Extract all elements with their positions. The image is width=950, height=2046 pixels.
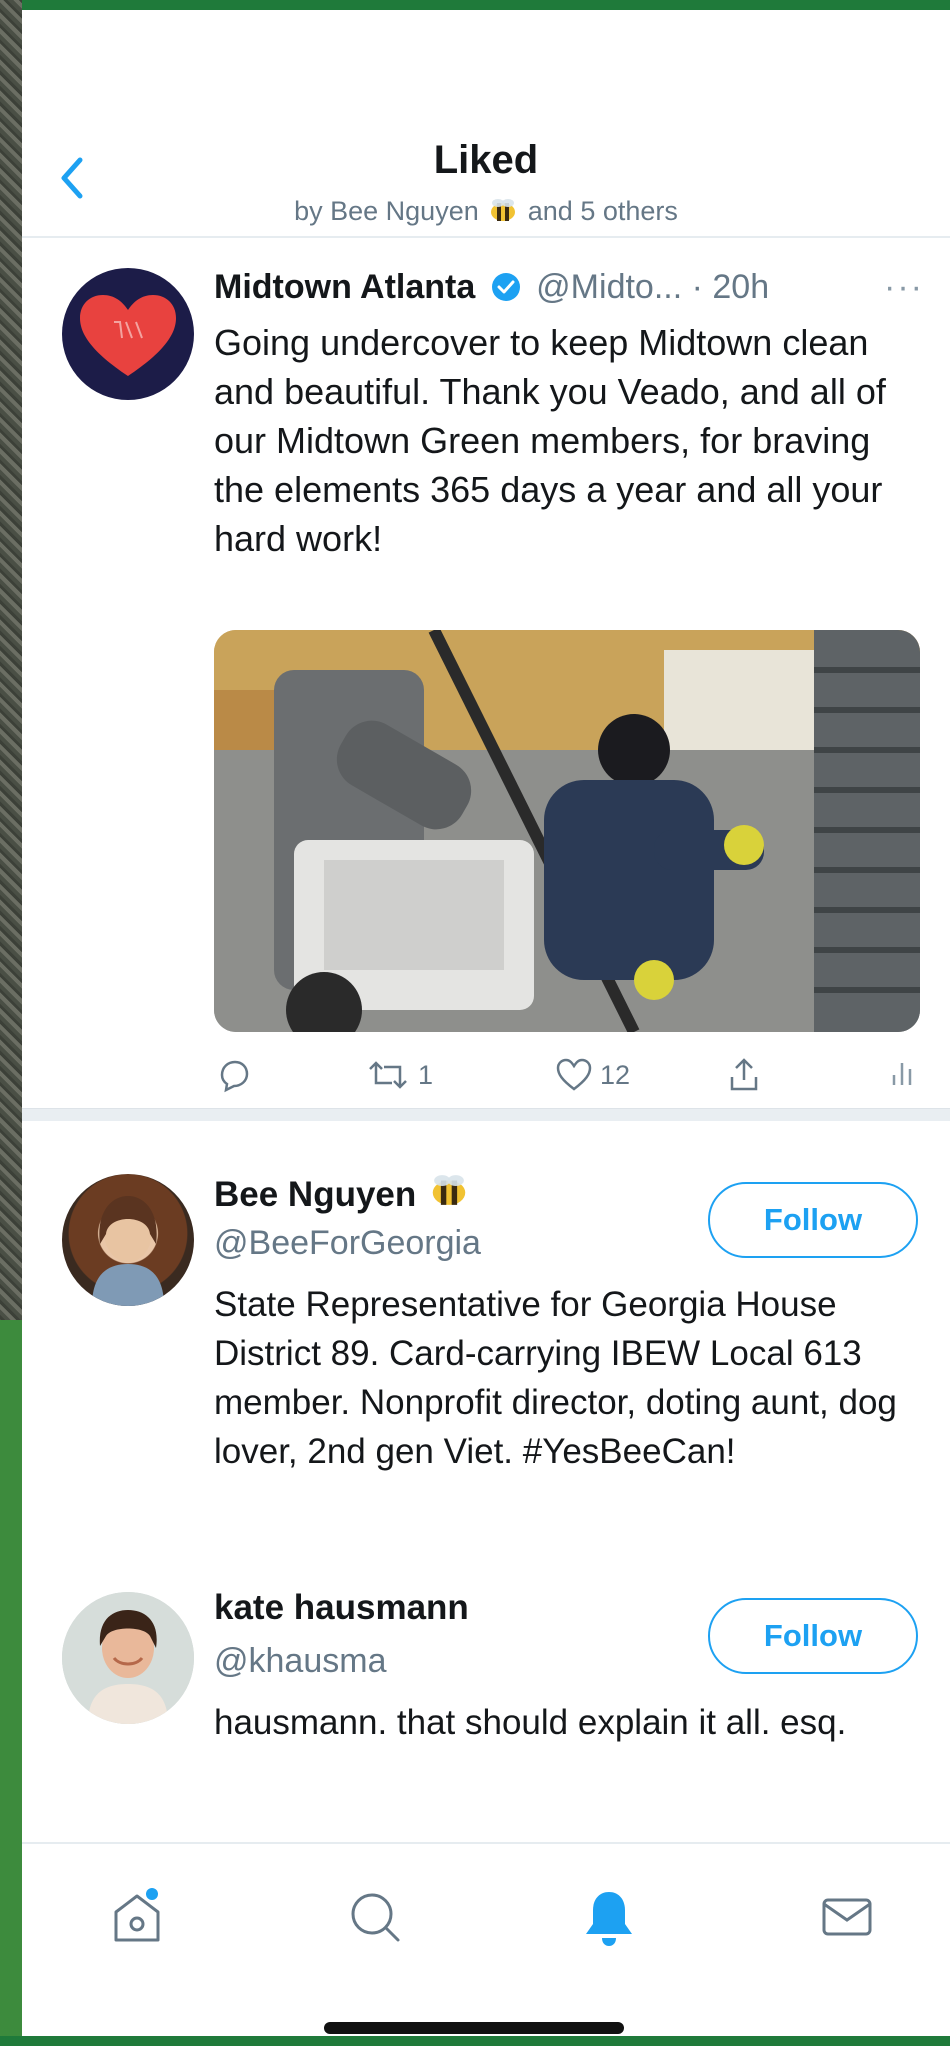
user-display-name: kate hausmann bbox=[214, 1588, 469, 1627]
tweet-photo[interactable] bbox=[214, 630, 920, 1032]
follow-button[interactable]: Follow bbox=[708, 1182, 918, 1258]
tweet-timestamp: · 20h bbox=[691, 268, 770, 306]
section-divider bbox=[22, 1108, 950, 1121]
user-bio: State Representative for Georgia House D… bbox=[214, 1285, 897, 1471]
reply-button[interactable] bbox=[214, 1050, 254, 1100]
user-bio: hausmann. that should explain it all. es… bbox=[214, 1703, 847, 1742]
heart-outline-icon bbox=[556, 1058, 592, 1091]
outer-frame-top bbox=[0, 0, 950, 10]
tab-messages[interactable] bbox=[812, 1882, 882, 1952]
tab-home[interactable] bbox=[102, 1882, 172, 1952]
page-subtitle: by Bee Nguyen and 5 others bbox=[22, 196, 950, 227]
tab-notifications[interactable] bbox=[574, 1882, 644, 1952]
analytics-button[interactable] bbox=[884, 1050, 924, 1100]
subtitle-suffix: and 5 others bbox=[527, 196, 678, 226]
bee-nguyen-photo bbox=[92, 1196, 164, 1306]
home-icon bbox=[114, 1888, 160, 1942]
bee-emoji-icon bbox=[491, 199, 516, 221]
analytics-bars-icon bbox=[892, 1063, 912, 1085]
like-button[interactable]: 12 bbox=[554, 1050, 630, 1100]
photo-street-sweeper-image bbox=[214, 630, 920, 1032]
tweet-author-name[interactable]: Midtown Atlanta bbox=[214, 268, 475, 306]
search-icon bbox=[351, 1893, 400, 1942]
user-row-bee-nguyen[interactable]: Bee Nguyen @BeeForGeorgia State Represen… bbox=[22, 1122, 950, 1542]
retweet-count: 1 bbox=[418, 1059, 434, 1090]
like-count: 12 bbox=[600, 1059, 631, 1090]
user-display-name: Bee Nguyen bbox=[214, 1170, 472, 1215]
avatar[interactable] bbox=[62, 1174, 194, 1306]
outer-frame-left-lower bbox=[0, 1320, 22, 2046]
tweet-text: Going undercover to keep Midtown clean a… bbox=[214, 322, 886, 559]
bottom-tab-bar bbox=[22, 1842, 950, 2036]
retweet-icon bbox=[369, 1061, 407, 1089]
nav-header: Liked by Bee Nguyen and 5 others bbox=[22, 10, 950, 238]
share-button[interactable] bbox=[724, 1050, 764, 1100]
notifications-bell-icon bbox=[586, 1892, 632, 1946]
subtitle-prefix: by Bee Nguyen bbox=[294, 196, 479, 226]
midtown-atlanta-avatar[interactable] bbox=[62, 268, 194, 400]
more-options-icon[interactable]: ··· bbox=[884, 268, 924, 307]
bee-emoji-icon bbox=[432, 1175, 466, 1205]
tweet-author-handle[interactable]: @Midto... bbox=[536, 268, 682, 306]
tweet-header: Midtown Atlanta @Midto... · 20h ··· bbox=[214, 268, 934, 316]
heart-logo-icon bbox=[80, 295, 176, 376]
user-handle: @khausma bbox=[214, 1642, 387, 1680]
outer-frame-bottom bbox=[0, 2036, 950, 2046]
user-row-kate-hausmann[interactable]: kate hausmann @khausma hausmann. that sh… bbox=[22, 1540, 950, 1840]
verified-badge-icon bbox=[491, 273, 520, 301]
avatar[interactable] bbox=[62, 1592, 194, 1724]
home-indicator[interactable] bbox=[324, 2022, 624, 2034]
follow-button[interactable]: Follow bbox=[708, 1598, 918, 1674]
page-title: Liked bbox=[433, 138, 539, 182]
tab-search[interactable] bbox=[340, 1882, 410, 1952]
phone-screen: Liked by Bee Nguyen and 5 others Midtown… bbox=[22, 10, 950, 2036]
retweet-button[interactable]: 1 bbox=[364, 1050, 433, 1100]
user-handle: @BeeForGeorgia bbox=[214, 1224, 481, 1262]
tweet-actions: 1 12 bbox=[214, 1050, 924, 1100]
messages-mail-icon bbox=[822, 1898, 872, 1936]
share-upload-icon bbox=[730, 1058, 758, 1091]
tweet-card[interactable]: Midtown Atlanta @Midto... · 20h ··· Goin… bbox=[22, 238, 950, 1108]
kate-hausmann-photo bbox=[62, 1592, 194, 1724]
reply-bubble-icon bbox=[220, 1060, 249, 1093]
